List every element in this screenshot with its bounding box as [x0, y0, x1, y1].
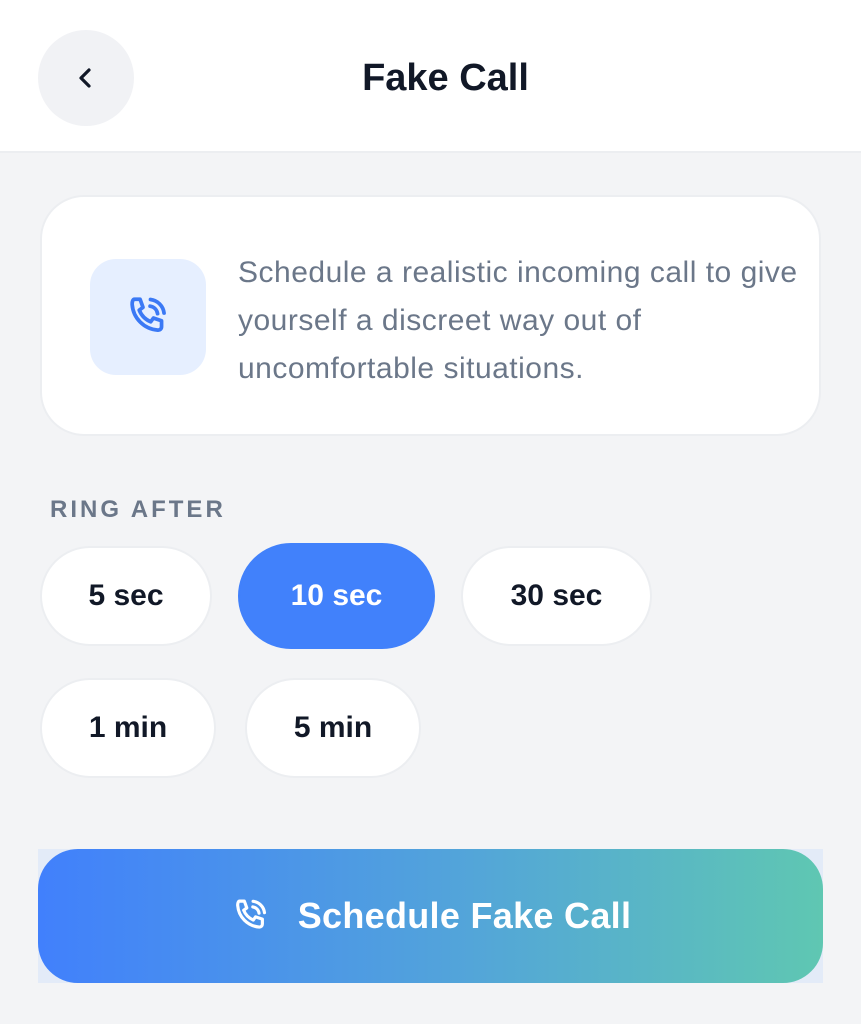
- app-header: Fake Call: [0, 0, 861, 153]
- info-icon-container: [90, 259, 206, 375]
- schedule-fake-call-button[interactable]: Schedule Fake Call: [38, 849, 823, 983]
- phone-ringing-icon: [130, 297, 166, 333]
- ring-option-5-sec[interactable]: 5 sec: [40, 546, 212, 646]
- schedule-fake-call-label: Schedule Fake Call: [297, 895, 632, 936]
- ring-option-1-min[interactable]: 1 min: [40, 678, 216, 778]
- phone-ringing-icon: [235, 899, 266, 929]
- ring-after-label: RING AFTER: [50, 496, 226, 523]
- info-description: Schedule a realistic incoming call to gi…: [238, 256, 798, 385]
- ring-option-30-sec[interactable]: 30 sec: [461, 546, 652, 646]
- ring-option-5-min[interactable]: 5 min: [245, 678, 421, 778]
- info-card: Schedule a realistic incoming call to gi…: [40, 195, 821, 436]
- page-title: Fake Call: [362, 57, 529, 99]
- ring-option-10-sec[interactable]: 10 sec: [238, 543, 435, 649]
